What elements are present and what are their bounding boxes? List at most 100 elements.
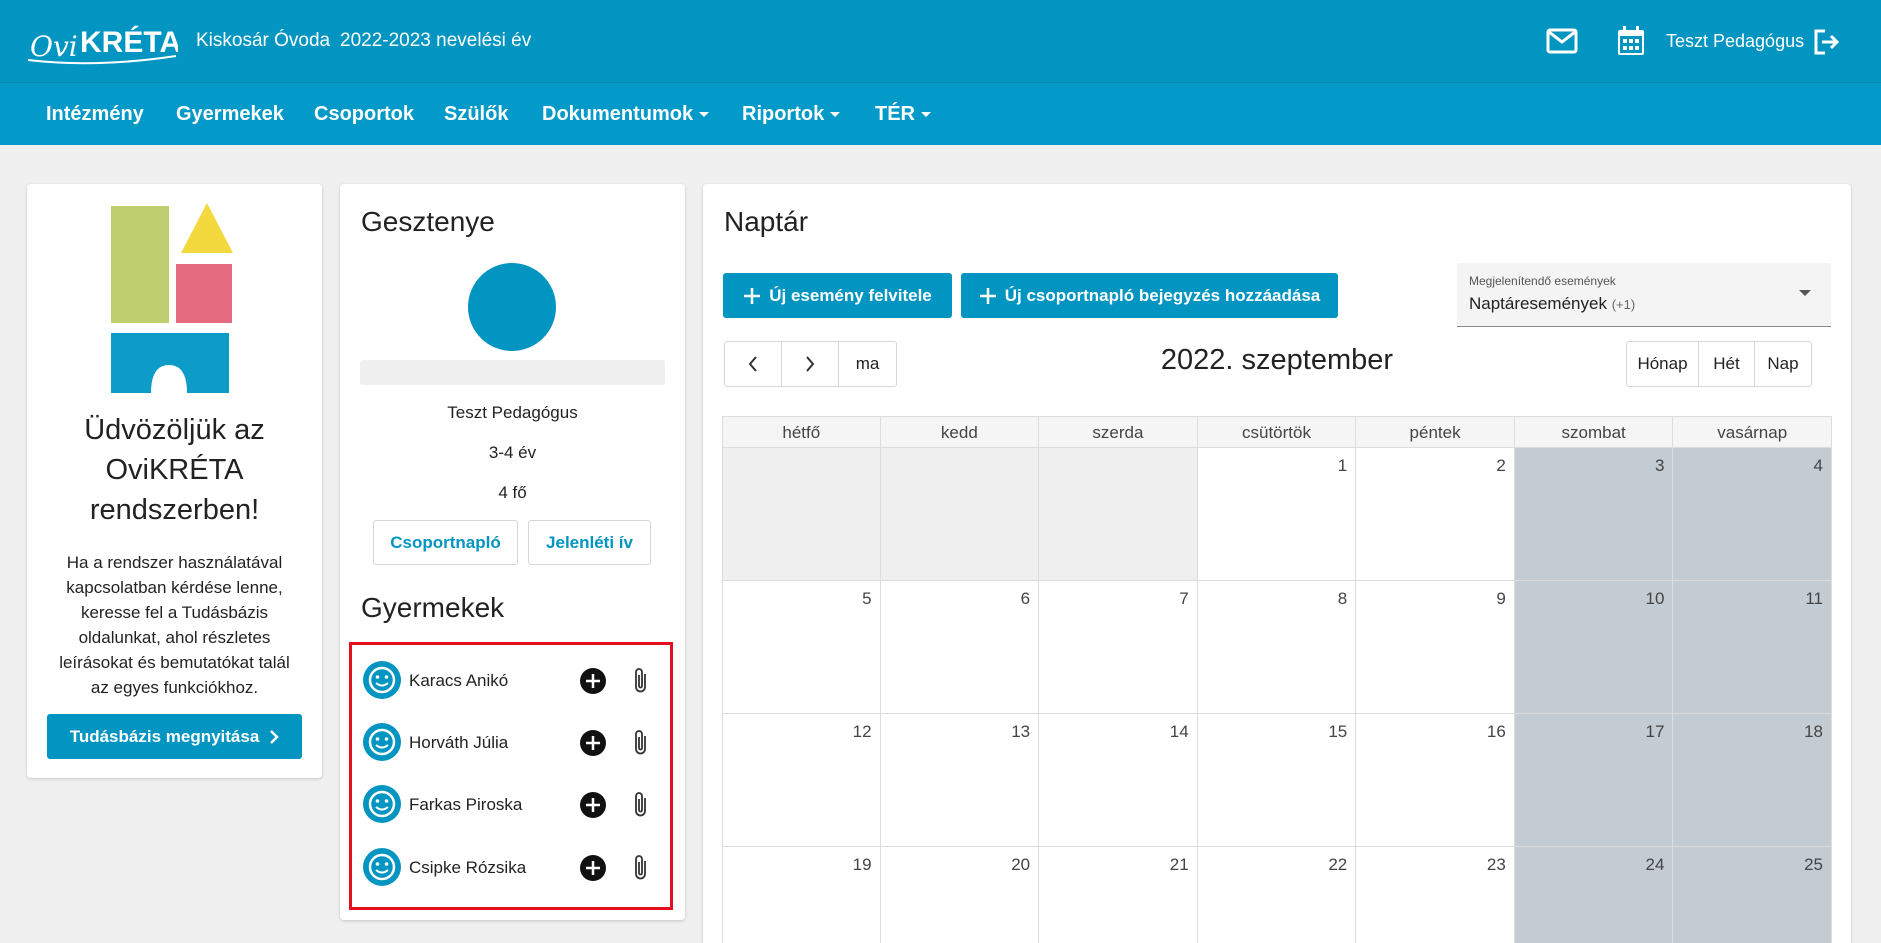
calendar-day-cell[interactable]: 2 [1356,448,1515,581]
button-label: Új esemény felvitele [769,285,932,305]
calendar-day-cell[interactable]: 22 [1197,847,1357,943]
welcome-card: Üdvözöljük az OviKRÉTA rendszerben! Ha a… [27,184,322,778]
calendar-day-cell[interactable]: 8 [1197,581,1357,714]
button-label: Hónap [1637,354,1688,373]
dropdown-arrow-icon [1799,290,1811,296]
attachment-icon[interactable] [631,790,651,820]
nav-label: Csoportok [314,103,414,125]
calendar-day-cell[interactable]: 18 [1673,714,1832,847]
attachment-icon[interactable] [631,728,651,758]
new-event-button[interactable]: Új esemény felvitele [723,273,952,318]
calendar-day-cell[interactable]: 5 [722,581,881,714]
open-knowledge-base-button[interactable]: Tudásbázis megnyitása [47,714,302,759]
day-number: 7 [1179,589,1189,608]
children-title: Gyermekek [361,592,505,623]
select-label: Megjelenítendő események [1469,274,1616,288]
child-face-icon[interactable] [363,723,401,761]
nav-csoportok[interactable]: Csoportok [314,103,414,126]
add-icon[interactable] [580,730,606,756]
calendar-day-cell[interactable]: 17 [1514,714,1674,847]
calendar-day-cell[interactable]: 14 [1039,714,1198,847]
day-number: 12 [852,722,872,741]
attachment-icon[interactable] [631,853,651,883]
welcome-text-line: kapcsolatban kérdése lenne, [66,578,283,597]
calendar-day-cell[interactable]: 6 [880,581,1040,714]
child-face-icon[interactable] [363,785,401,823]
children-list: Karacs Anikó Horváth Júlia Farkas Pirosk… [349,642,673,910]
calendar-day-cell[interactable]: 4 [1673,448,1832,581]
nav-riportok[interactable]: Riportok [742,103,841,126]
user-name[interactable]: Teszt Pedagógus [1666,31,1804,52]
nav-label: Intézmény [46,103,144,125]
child-name[interactable]: Karacs Anikó [409,671,508,691]
calendar-day-cell[interactable]: 15 [1197,714,1357,847]
weekday-header: vasárnap [1673,416,1832,448]
calendar-day-cell[interactable]: 20 [880,847,1040,943]
group-age-range: 3-4 év [488,443,537,462]
calendar-day-cell[interactable]: 13 [880,714,1040,847]
list-item: Karacs Anikó [352,653,670,709]
welcome-text-line: keresse fel a Tudásbázis [80,603,269,622]
calendar-day-cell[interactable]: 25 [1673,847,1832,943]
group-journal-button[interactable]: Csoportnapló [373,520,518,565]
nav-label: Riportok [742,103,825,125]
nav-dokumentumok[interactable]: Dokumentumok [542,103,710,126]
view-week-button[interactable]: Hét [1699,342,1755,386]
calendar-day-cell[interactable]: 21 [1039,847,1198,943]
event-type-select[interactable]: Megjelenítendő események Naptáresemények… [1457,263,1831,327]
ovikreta-logo[interactable]: Ovi KRÉTA [26,16,178,66]
day-number: 21 [1169,855,1189,874]
main-navigation: Intézmény Gyermekek Csoportok Szülők Dok… [0,82,1881,145]
new-journal-entry-button[interactable]: Új csoportnapló bejegyzés hozzáadása [961,273,1338,318]
calendar-day-cell[interactable]: 23 [1356,847,1515,943]
calendar-day-cell[interactable]: 19 [722,847,881,943]
calendar-day-cell[interactable]: 24 [1514,847,1674,943]
day-number: 8 [1337,589,1348,608]
calendar-day-cell[interactable]: 12 [722,714,881,847]
calendar-day-cell[interactable] [722,448,881,581]
child-name[interactable]: Csipke Rózsika [409,858,526,878]
nav-intezmeny[interactable]: Intézmény [46,103,144,126]
nav-ter[interactable]: TÉR [875,103,931,126]
view-day-button[interactable]: Nap [1755,342,1811,386]
add-icon[interactable] [580,792,606,818]
mail-icon[interactable] [1546,28,1578,54]
calendar-card: Naptár Új esemény felvitele Új csoportna… [703,184,1851,943]
attendance-sheet-button[interactable]: Jelenléti ív [528,520,651,565]
child-face-icon[interactable] [363,661,401,699]
calendar-day-cell[interactable]: 1 [1197,448,1357,581]
nav-label: Szülők [444,103,509,125]
child-face-icon[interactable] [363,848,401,886]
welcome-text-line: oldalunkat, ahol részletes [78,628,271,647]
add-icon[interactable] [580,668,606,694]
calendar-day-cell[interactable]: 7 [1039,581,1198,714]
select-value: Naptáresemények (+1) [1469,294,1635,314]
day-number: 4 [1813,456,1823,475]
group-count: 4 fő [498,483,527,502]
nav-gyermekek[interactable]: Gyermekek [176,103,284,126]
attachment-icon[interactable] [631,666,651,696]
weekday-header: szombat [1514,416,1674,448]
logout-icon[interactable] [1812,28,1840,56]
calendar-day-cell[interactable] [1039,448,1198,581]
weekday-header: kedd [880,416,1040,448]
calendar-day-cell[interactable] [880,448,1040,581]
calendar-title: Naptár [724,206,809,237]
child-name[interactable]: Farkas Piroska [409,795,522,815]
child-name[interactable]: Horváth Júlia [409,733,508,753]
calendar-day-cell[interactable]: 11 [1673,581,1832,714]
welcome-text: Ha a rendszer használatával kapcsolatban… [47,550,302,700]
day-number: 25 [1804,855,1823,874]
calendar-day-cell[interactable]: 3 [1514,448,1674,581]
calendar-icon[interactable] [1616,25,1646,57]
welcome-title-line: OviKRÉTA [105,454,244,486]
calendar-day-cell[interactable]: 9 [1356,581,1515,714]
view-month-button[interactable]: Hónap [1627,342,1699,386]
calendar-day-cell[interactable]: 16 [1356,714,1515,847]
calendar-day-cell[interactable]: 10 [1514,581,1674,714]
view-switcher: Hónap Hét Nap [1626,341,1812,387]
caret-down-icon [830,112,841,118]
nav-szulok[interactable]: Szülők [444,103,508,126]
welcome-title-line: Üdvözöljük az [84,414,265,446]
add-icon[interactable] [580,855,606,881]
